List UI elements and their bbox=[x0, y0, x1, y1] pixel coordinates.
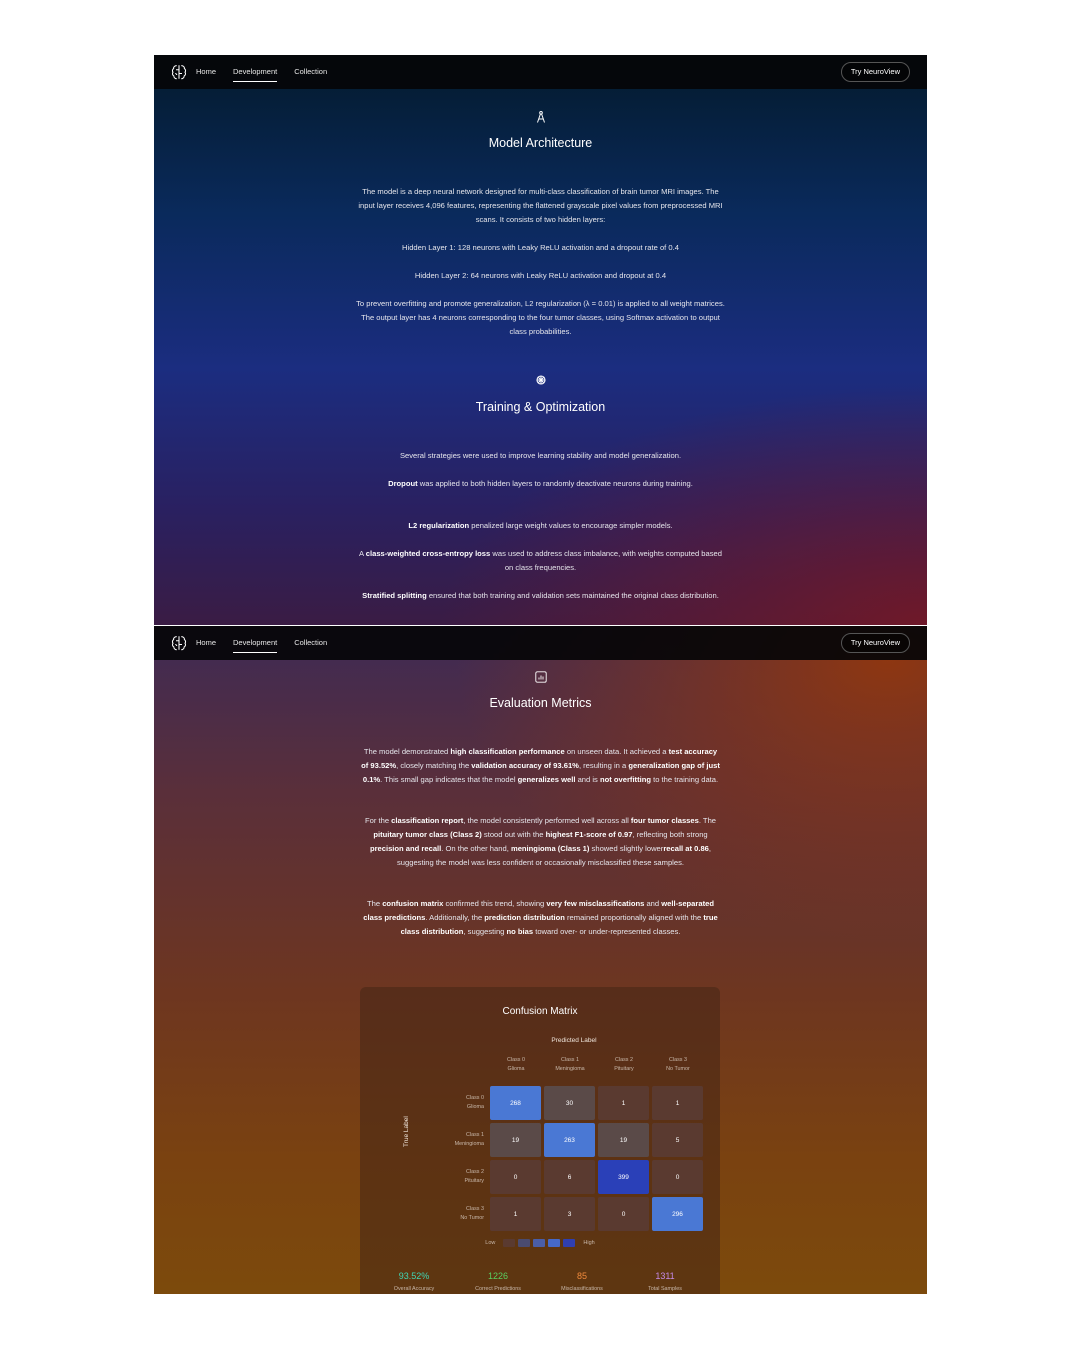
stat-value: 85 bbox=[576, 1271, 587, 1281]
column-header-class-1: Class 1 Meningioma bbox=[555, 1057, 585, 1072]
evaluation-panel: Home Development Collection Try NeuroVie… bbox=[154, 626, 927, 1294]
stat-value: 1226 bbox=[487, 1271, 509, 1281]
try-neuroview-button[interactable]: Try NeuroView bbox=[840, 62, 910, 82]
matrix-cell-1-3[interactable]: 5 bbox=[652, 1123, 703, 1157]
matrix-cell-2-1[interactable]: 6 bbox=[544, 1160, 595, 1194]
legend-high-label: High bbox=[583, 1240, 595, 1246]
brain-logo-icon[interactable] bbox=[170, 634, 188, 652]
predicted-label-axis: Predicted Label bbox=[551, 1037, 597, 1044]
cross-entropy-text: A class-weighted cross-entropy loss was … bbox=[359, 549, 722, 572]
nav-development-link[interactable]: Development bbox=[233, 626, 278, 660]
matrix-cell-2-0[interactable]: 0 bbox=[490, 1160, 541, 1194]
confusion-matrix-card: Confusion Matrix Predicted Label True La… bbox=[360, 987, 720, 1294]
matrix-cell-3-2[interactable]: 0 bbox=[598, 1197, 649, 1231]
legend-swatch-2 bbox=[533, 1239, 546, 1247]
stat-value: 1311 bbox=[655, 1271, 675, 1281]
stat-label: Misclassifications bbox=[561, 1286, 603, 1292]
matrix-cell-3-3[interactable]: 296 bbox=[652, 1197, 703, 1231]
matrix-cell-1-2[interactable]: 19 bbox=[598, 1123, 649, 1157]
confusion-matrix-text: The confusion matrix confirmed this tren… bbox=[363, 899, 718, 936]
nav-collection-link[interactable]: Collection bbox=[294, 55, 327, 89]
nav-development-link[interactable]: Development bbox=[233, 55, 278, 89]
color-legend: Low High bbox=[360, 1239, 720, 1247]
legend-swatch-0 bbox=[503, 1239, 516, 1247]
stat-label: Overall Accuracy bbox=[393, 1286, 435, 1292]
nav-home-link[interactable]: Home bbox=[196, 626, 216, 660]
stat-label: Total Samples bbox=[648, 1286, 682, 1292]
matrix-cell-0-1[interactable]: 30 bbox=[544, 1086, 595, 1120]
legend-low-label: Low bbox=[485, 1240, 496, 1246]
architecture-panel: Home Development Collection Try NeuroVie… bbox=[154, 55, 927, 625]
architecture-title: Model Architecture bbox=[488, 136, 593, 150]
nav-home-link[interactable]: Home bbox=[196, 55, 216, 89]
matrix-cell-3-0[interactable]: 1 bbox=[490, 1197, 541, 1231]
stat-total-samples: 1311 Total Samples bbox=[625, 1271, 705, 1292]
matrix-cell-2-3[interactable]: 0 bbox=[652, 1160, 703, 1194]
true-label-axis: True Label bbox=[403, 1116, 410, 1147]
matrix-cell-1-0[interactable]: 19 bbox=[490, 1123, 541, 1157]
row-header-class-1: Class 1 Meningioma bbox=[454, 1132, 484, 1147]
training-intro: Several strategies were used to improve … bbox=[399, 451, 682, 460]
bar-chart-icon bbox=[534, 671, 547, 683]
stat-correct-predictions: 1226 Correct Predictions bbox=[458, 1271, 538, 1292]
evaluation-title: Evaluation Metrics bbox=[489, 696, 592, 710]
l2-text: L2 regularization penalized large weight… bbox=[408, 521, 673, 530]
hidden-layer-1: Hidden Layer 1: 128 neurons with Leaky R… bbox=[402, 243, 679, 252]
confusion-matrix-title: Confusion Matrix bbox=[502, 1006, 578, 1017]
training-title: Training & Optimization bbox=[475, 400, 606, 414]
architecture-regularization: To prevent overfitting and promote gener… bbox=[356, 299, 725, 336]
hidden-layer-2: Hidden Layer 2: 64 neurons with Leaky Re… bbox=[414, 271, 667, 280]
row-header-class-0: Class 0 Glioma bbox=[466, 1095, 484, 1110]
legend-swatches bbox=[503, 1239, 576, 1247]
top-nav: Home Development Collection Try NeuroVie… bbox=[154, 55, 927, 89]
evaluation-summary: The model demonstrated high classificati… bbox=[361, 747, 720, 784]
column-header-class-2: Class 2 Pituitary bbox=[614, 1057, 634, 1072]
classification-report-text: For the classification report, the model… bbox=[364, 816, 717, 867]
brain-icon bbox=[535, 375, 546, 385]
legend-swatch-4 bbox=[563, 1239, 576, 1247]
matrix-cell-2-2[interactable]: 399 bbox=[598, 1160, 649, 1194]
dropout-text: Dropout was applied to both hidden layer… bbox=[388, 479, 693, 488]
stat-label: Correct Predictions bbox=[475, 1286, 521, 1292]
stat-value: 93.52% bbox=[398, 1271, 430, 1281]
stat-misclassifications: 85 Misclassifications bbox=[542, 1271, 622, 1292]
column-header-class-0: Class 0 Glioma bbox=[507, 1057, 525, 1072]
row-header-class-2: Class 2 Pituitary bbox=[464, 1169, 484, 1184]
matrix-cell-0-0[interactable]: 268 bbox=[490, 1086, 541, 1120]
legend-swatch-1 bbox=[518, 1239, 531, 1247]
try-neuroview-button[interactable]: Try NeuroView bbox=[840, 633, 910, 653]
matrix-cell-0-2[interactable]: 1 bbox=[598, 1086, 649, 1120]
row-header-class-3: Class 3 No Tumor bbox=[460, 1206, 484, 1221]
column-header-class-3: Class 3 No Tumor bbox=[666, 1057, 690, 1072]
matrix-cell-0-3[interactable]: 1 bbox=[652, 1086, 703, 1120]
stat-overall-accuracy: 93.52% Overall Accuracy bbox=[374, 1271, 454, 1292]
matrix-cell-3-1[interactable]: 3 bbox=[544, 1197, 595, 1231]
matrix-cell-1-1[interactable]: 263 bbox=[544, 1123, 595, 1157]
legend-swatch-3 bbox=[548, 1239, 561, 1247]
brain-logo-icon[interactable] bbox=[170, 63, 188, 81]
stratified-text: Stratified splitting ensured that both t… bbox=[362, 591, 719, 600]
compass-icon bbox=[536, 111, 545, 123]
architecture-intro: The model is a deep neural network desig… bbox=[358, 187, 723, 224]
top-nav-2: Home Development Collection Try NeuroVie… bbox=[154, 626, 927, 660]
nav-collection-link[interactable]: Collection bbox=[294, 626, 327, 660]
